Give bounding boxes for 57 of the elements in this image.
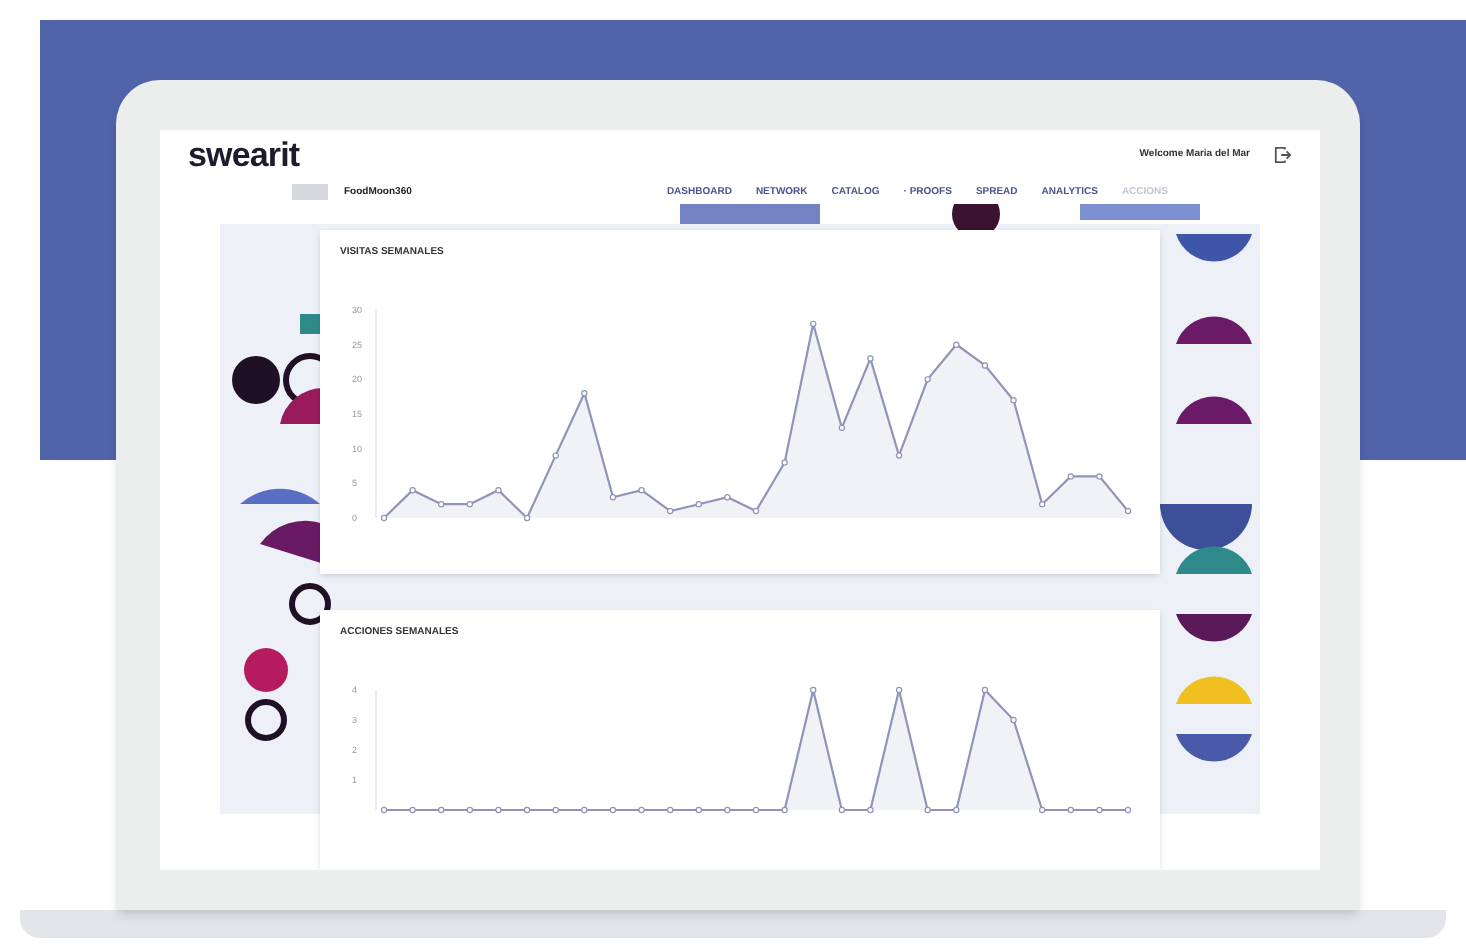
data-point [752,805,760,813]
data-point [981,685,989,693]
data-point [924,805,931,813]
data-point [380,805,388,813]
data-point [523,513,531,521]
data-point [409,805,416,813]
data-point [924,375,931,382]
data-point [609,493,617,500]
data-point [466,805,474,813]
data-point [1124,805,1132,813]
data-point [466,499,474,507]
data-point [867,805,874,813]
data-point [895,685,903,693]
data-point [495,805,502,813]
brand-mark [292,184,328,201]
data-point [409,486,416,493]
data-point [752,506,760,514]
data-point [867,354,874,361]
data-point [1096,472,1103,479]
data-point [638,486,645,493]
data-point [724,805,731,813]
data-point [838,423,846,431]
data-point [438,499,445,507]
data-point [1124,506,1132,514]
data-point [552,805,559,813]
logout-icon[interactable] [1274,146,1292,165]
data-point [1067,805,1074,813]
data-point [1038,499,1046,507]
data-point [1010,715,1017,723]
data-point [781,458,788,465]
data-point [666,506,674,514]
data-point [981,361,989,368]
data-point [810,685,817,693]
data-point [523,805,531,813]
data-point [495,486,502,493]
data-point [1038,805,1046,813]
data-point [609,805,617,813]
data-point [581,805,588,813]
data-point [581,389,588,396]
data-point [953,340,960,347]
data-point [1096,805,1103,813]
data-point [953,805,960,813]
logo: swearit [188,134,300,178]
data-point [781,805,788,813]
data-point [895,451,903,458]
data-point [695,499,702,507]
data-point [438,805,445,813]
data-point [380,513,388,521]
data-point [1010,395,1017,403]
data-point [838,805,846,813]
data-point [724,493,731,500]
data-point [552,451,559,458]
data-point [695,805,702,813]
data-point [810,319,817,327]
data-point [666,805,674,813]
data-point [1067,472,1074,479]
data-point [638,805,645,813]
